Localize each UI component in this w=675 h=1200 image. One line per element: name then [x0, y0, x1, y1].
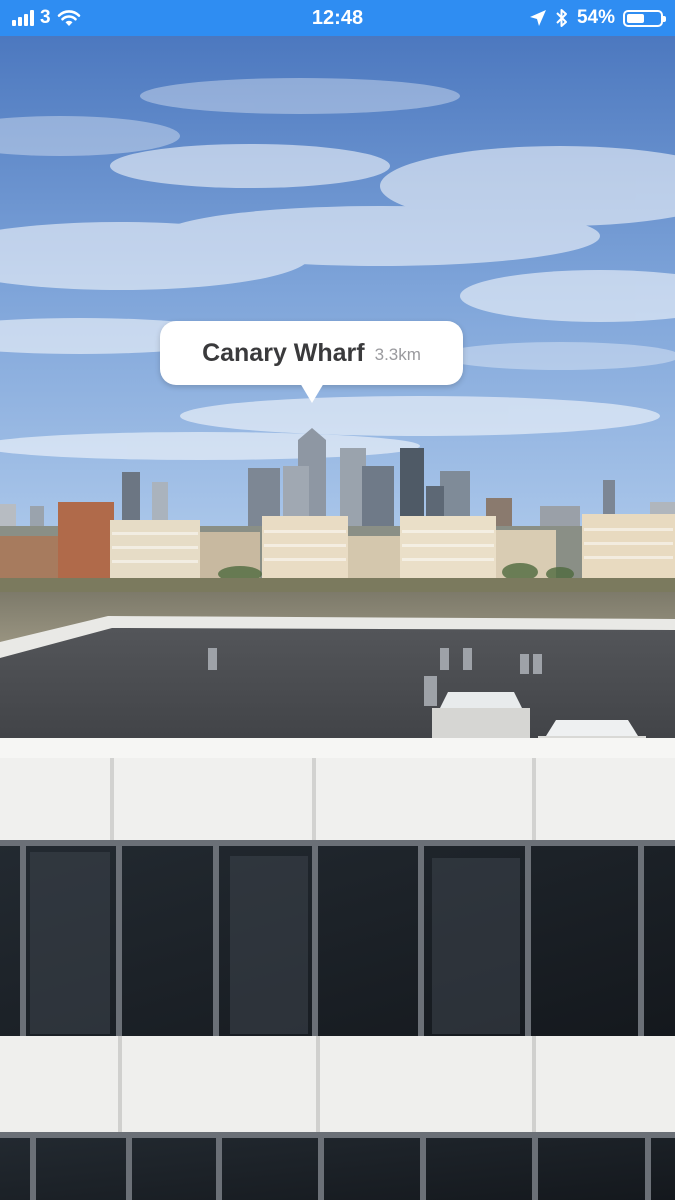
lower-glass-wall: [0, 1132, 675, 1200]
battery-percent: 54%: [576, 7, 615, 28]
ar-location-distance: 3.3km: [374, 345, 421, 364]
ar-location-label[interactable]: Canary Wharf 3.3km: [160, 321, 463, 385]
camera-feed: [0, 36, 675, 1200]
river-bank: [0, 578, 675, 594]
parapet-top: [0, 738, 675, 758]
status-right: 54%: [529, 0, 666, 36]
ar-location-name: Canary Wharf: [202, 338, 365, 367]
bluetooth-icon: [556, 9, 567, 27]
location-arrow-icon: [529, 10, 546, 26]
ar-label-pointer: [300, 383, 324, 403]
camera-screen: 3 12:48 54% Canary Wharf 3.3km: [0, 0, 675, 1200]
status-bar: 3 12:48 54%: [0, 0, 675, 36]
battery-fill: [627, 13, 644, 23]
battery-icon: [623, 9, 666, 27]
camera-view: [0, 36, 675, 1200]
white-facade-band: [0, 758, 675, 844]
lower-white-band: [0, 1036, 675, 1132]
